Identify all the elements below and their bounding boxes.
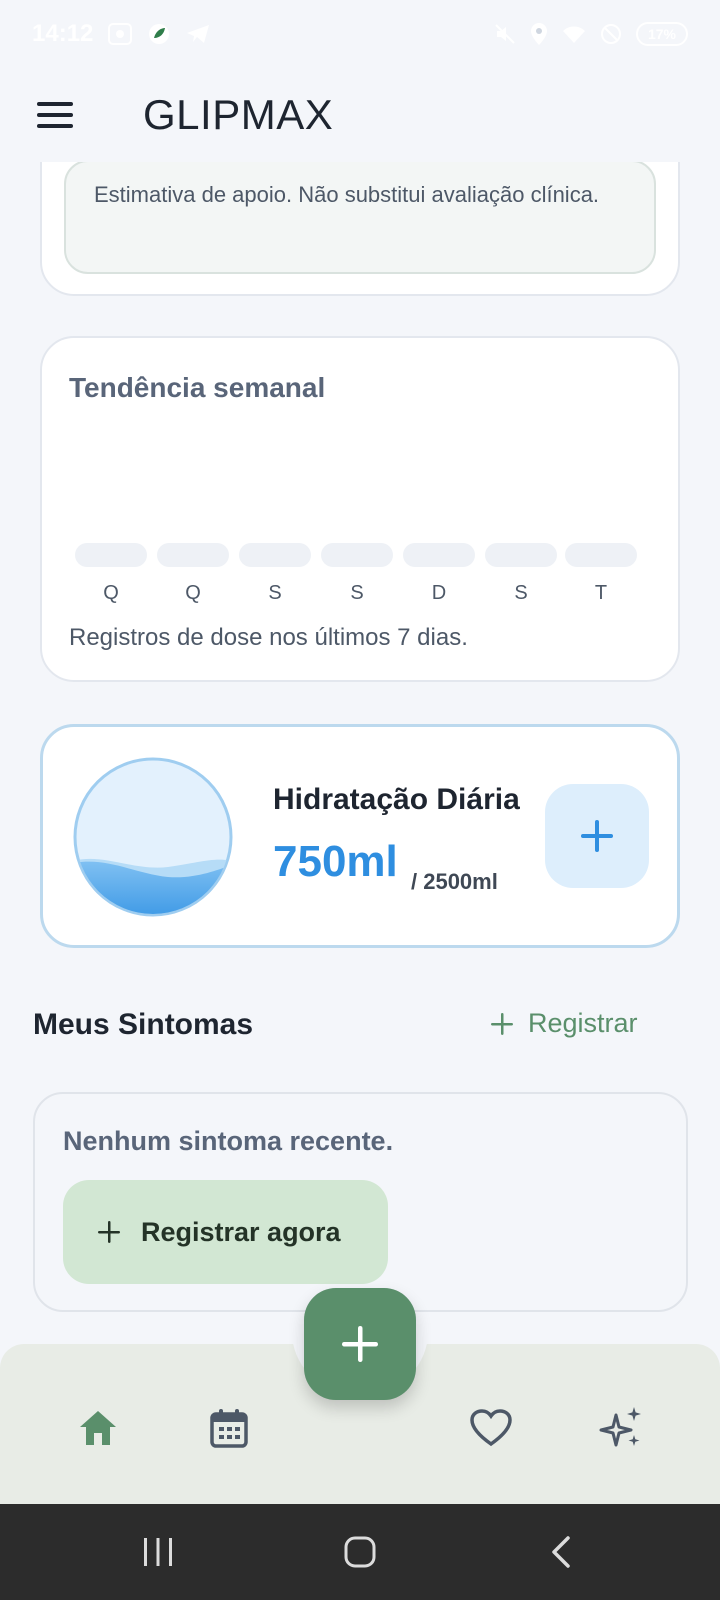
menu-icon[interactable] [37, 102, 73, 128]
hydration-title: Hidratação Diária [273, 783, 520, 816]
add-water-button[interactable] [545, 784, 649, 888]
nav-calendar[interactable] [201, 1400, 257, 1456]
trend-bar [565, 543, 637, 567]
hydration-goal: / 2500ml [411, 869, 498, 894]
mute-icon [495, 24, 515, 44]
nav-ai[interactable] [594, 1400, 650, 1456]
day-label: S [514, 582, 528, 604]
register-now-button[interactable]: Registrar agora [63, 1180, 388, 1284]
nav-home[interactable] [70, 1400, 126, 1456]
trend-bar [75, 543, 147, 567]
home-icon [80, 1411, 116, 1445]
register-symptom-link[interactable]: Registrar [490, 1008, 638, 1039]
sparkles-icon [599, 1407, 641, 1447]
trend-day-labels: Q Q S S D S T [75, 582, 637, 612]
wifi-icon [562, 26, 585, 43]
day-label: T [594, 582, 608, 604]
trend-bar [239, 543, 311, 567]
main-add-fab[interactable] [304, 1288, 416, 1400]
disclaimer-text: Estimativa de apoio. Não substitui avali… [94, 182, 600, 207]
do-not-disturb-icon [600, 24, 621, 44]
trend-bar [485, 543, 557, 567]
back-icon [552, 1536, 570, 1568]
app-leaf-icon [149, 24, 170, 44]
system-back-button[interactable] [538, 1528, 586, 1576]
app-bar: GLIPMAX [0, 68, 720, 162]
trend-bars [75, 543, 637, 567]
trend-title: Tendência semanal [69, 372, 326, 403]
calendar-icon [210, 1409, 248, 1448]
system-navigation-bar [0, 1504, 720, 1600]
plus-icon [491, 1012, 513, 1035]
symptoms-section-title: Meus Sintomas [33, 1008, 254, 1041]
location-icon [530, 23, 547, 45]
nav-favorites[interactable] [463, 1400, 519, 1456]
trend-caption: Registros de dose nos últimos 7 dias. [69, 624, 468, 651]
no-symptoms-text: Nenhum sintoma recente. [63, 1126, 394, 1156]
day-label: S [268, 582, 282, 604]
disclaimer-box: Estimativa de apoio. Não substitui avali… [64, 160, 656, 274]
screenshot-icon [108, 23, 133, 45]
day-label: S [350, 582, 364, 604]
register-now-label: Registrar agora [141, 1216, 341, 1247]
day-label: Q [103, 582, 119, 604]
plus-icon [342, 1326, 378, 1362]
weekly-trend-card: Tendência semanal Q Q S S D S T Registro… [40, 336, 680, 682]
trend-bar [403, 543, 475, 567]
plus-icon [581, 820, 613, 852]
status-bar: 14:12 17% [0, 0, 720, 68]
heart-icon [470, 1409, 512, 1447]
battery-indicator: 17% [635, 22, 688, 46]
recent-apps-button[interactable] [134, 1528, 182, 1576]
hydration-card[interactable]: Hidratação Diária 750ml / 2500ml [40, 724, 680, 948]
water-level-icon [73, 757, 233, 917]
recent-apps-icon [144, 1538, 172, 1566]
day-label: D [431, 582, 447, 604]
register-link-label: Registrar [528, 1008, 638, 1038]
trend-bar [157, 543, 229, 567]
home-circle-icon [344, 1536, 376, 1568]
plus-icon [98, 1221, 120, 1243]
app-title: GLIPMAX [143, 91, 334, 138]
day-label: Q [185, 582, 201, 604]
hydration-amount: 750ml [273, 837, 398, 886]
telegram-icon [187, 25, 210, 43]
system-home-button[interactable] [336, 1528, 384, 1576]
symptoms-card: Nenhum sintoma recente. Registrar agora [33, 1092, 688, 1312]
status-time: 14:12 [32, 20, 94, 47]
trend-bar [321, 543, 393, 567]
